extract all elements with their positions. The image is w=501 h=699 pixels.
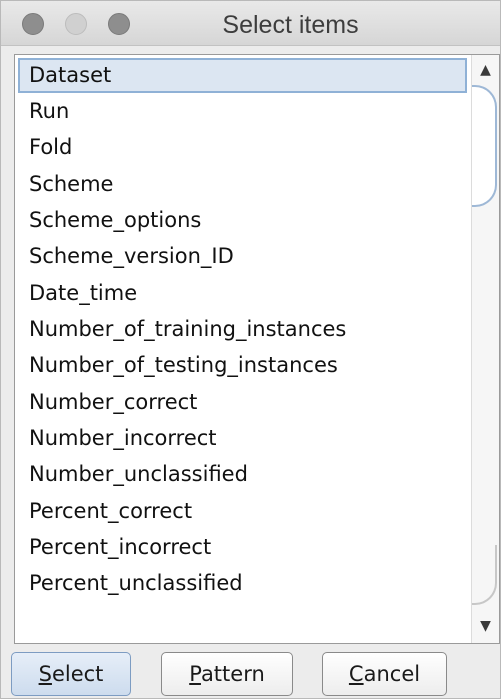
pattern-button[interactable]: Pattern <box>161 652 293 696</box>
pattern-button-label: attern <box>200 662 265 686</box>
select-button-mnemonic: S <box>38 662 52 686</box>
title-bar[interactable]: Select items <box>1 1 500 46</box>
button-row: Select Pattern Cancel <box>1 652 500 698</box>
list-item[interactable]: Date_time <box>18 276 467 311</box>
list-item[interactable]: Number_correct <box>18 385 467 420</box>
list-item[interactable]: Scheme_version_ID <box>18 239 467 274</box>
cancel-button[interactable]: Cancel <box>322 652 447 696</box>
list-item[interactable]: Percent_unclassified <box>18 566 467 601</box>
list-item[interactable]: Number_of_testing_instances <box>18 348 467 383</box>
list-item[interactable]: Fold <box>18 130 467 165</box>
scroll-up-arrow-icon[interactable]: ▲ <box>472 57 499 83</box>
vertical-scrollbar[interactable]: ▲ ▼ <box>471 55 499 643</box>
select-items-dialog: Select items Dataset Run Fold Scheme Sch… <box>0 0 501 699</box>
scrollbar-thumb[interactable] <box>472 85 497 207</box>
list-item[interactable]: Percent_incorrect <box>18 530 467 565</box>
items-list-panel: Dataset Run Fold Scheme Scheme_options S… <box>14 54 500 644</box>
items-list[interactable]: Dataset Run Fold Scheme Scheme_options S… <box>15 55 471 643</box>
list-item[interactable]: Dataset <box>18 58 467 93</box>
list-item[interactable]: Percent_correct <box>18 494 467 529</box>
select-button-label: elect <box>51 662 104 686</box>
list-item[interactable]: Scheme <box>18 167 467 202</box>
scroll-down-arrow-icon[interactable]: ▼ <box>472 613 499 639</box>
scrollbar-track <box>472 545 497 605</box>
cancel-button-mnemonic: C <box>348 662 364 686</box>
list-item[interactable]: Run <box>18 94 467 129</box>
pattern-button-mnemonic: P <box>189 662 201 686</box>
window-title: Select items <box>222 11 359 39</box>
list-item[interactable]: Number_unclassified <box>18 457 467 492</box>
list-item[interactable]: Number_of_training_instances <box>18 312 467 347</box>
list-item[interactable]: Number_incorrect <box>18 421 467 456</box>
list-item[interactable]: Scheme_options <box>18 203 467 238</box>
cancel-button-label: ancel <box>363 662 421 686</box>
select-button[interactable]: Select <box>11 652 131 696</box>
